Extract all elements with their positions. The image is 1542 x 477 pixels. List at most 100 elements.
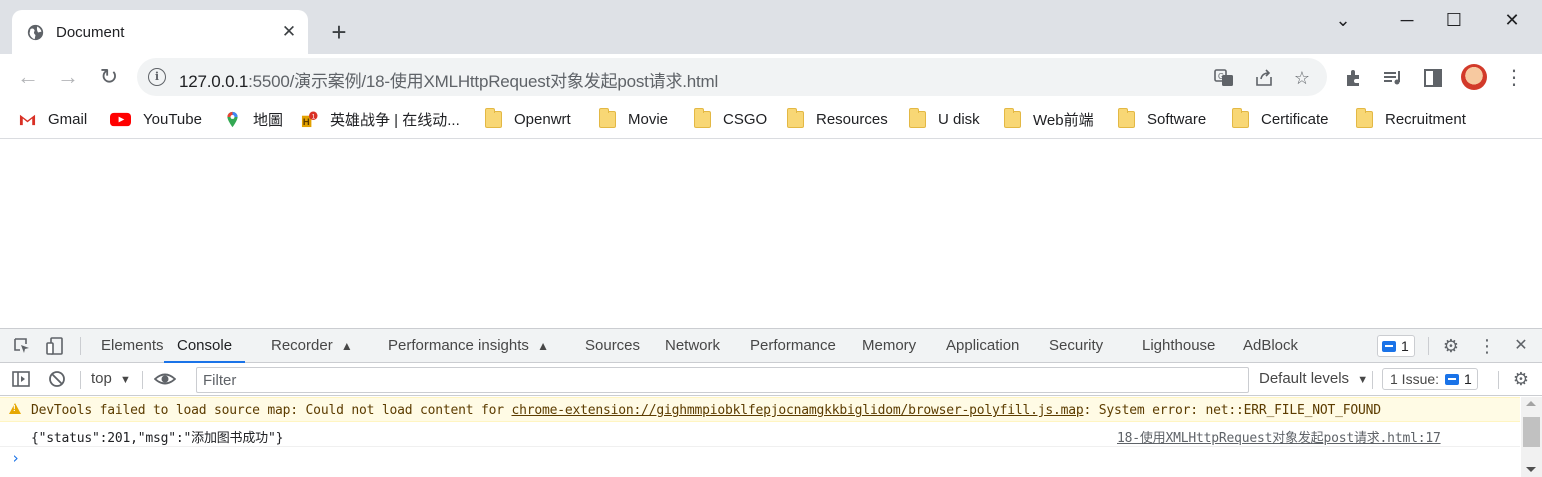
bookmark-label: Movie (628, 110, 669, 128)
tab-strip: Document ✕ + ⌄ ─ ☐ ✕ (0, 0, 1542, 54)
issues-badge[interactable]: 1 (1377, 335, 1415, 357)
svg-text:H: H (303, 117, 310, 128)
issues-badge-count: 1 (1401, 338, 1409, 354)
reload-button[interactable]: ↻ (94, 62, 124, 92)
forward-button[interactable]: → (53, 62, 83, 92)
more-options-icon[interactable]: ⋮ (1477, 336, 1497, 356)
log-levels-dropdown[interactable]: Default levels ▼ (1259, 370, 1368, 387)
browser-toolbar: ← → ↻ i 127.0.0.1:5500/演示案例/18-使用XMLHttp… (0, 54, 1542, 100)
folder-icon (787, 107, 804, 128)
reading-list-icon[interactable] (1381, 66, 1405, 90)
tab-elements[interactable]: Elements (101, 329, 164, 363)
tab-performance[interactable]: Performance (750, 329, 836, 363)
tab-sources[interactable]: Sources (585, 329, 640, 363)
bookmark-label: Recruitment (1385, 110, 1466, 128)
context-selector[interactable]: top ▼ (91, 370, 131, 387)
site-info-icon[interactable]: i (148, 68, 166, 86)
bookmark-star-icon[interactable]: ☆ (1291, 67, 1313, 89)
console-log-row[interactable]: {"status":201,"msg":"添加图书成功"} 18-使用XMLHt… (0, 422, 1520, 447)
tab-recorder[interactable]: Recorder ▲ (271, 329, 353, 363)
tab-application[interactable]: Application (946, 329, 1019, 363)
issues-counter-button[interactable]: 1 Issue: 1 (1382, 368, 1478, 390)
bookmark-label: YouTube (143, 110, 202, 128)
tab-search-icon[interactable]: ⌄ (1320, 6, 1366, 34)
folder-icon (485, 107, 502, 128)
sidebar-toggle-icon[interactable] (11, 369, 31, 389)
settings-gear-icon[interactable]: ⚙ (1441, 336, 1461, 356)
scroll-down-arrow-icon[interactable] (1526, 467, 1536, 472)
console-prompt-input[interactable]: › (11, 449, 20, 467)
tab-close-icon[interactable]: ✕ (280, 23, 298, 41)
bookmark-youtube[interactable]: YouTube (110, 107, 202, 131)
tab-adblock[interactable]: AdBlock (1243, 329, 1298, 363)
tab-network[interactable]: Network (665, 329, 720, 363)
bookmark-folder-openwrt[interactable]: Openwrt (485, 107, 571, 131)
menu-kebab-icon[interactable]: ⋮ (1502, 66, 1526, 90)
tab-title: Document (56, 24, 125, 41)
bookmark-game[interactable]: H1 英雄战争 | 在线动... (301, 107, 460, 131)
console-warning-row[interactable]: DevTools failed to load source map: Coul… (0, 397, 1520, 422)
scroll-up-arrow-icon[interactable] (1526, 401, 1536, 406)
bookmark-folder-web[interactable]: Web前端 (1004, 107, 1094, 131)
side-panel-icon[interactable] (1421, 66, 1445, 90)
context-value: top (91, 370, 112, 387)
bookmark-label: Gmail (48, 110, 88, 128)
console-settings-gear-icon[interactable]: ⚙ (1511, 369, 1531, 389)
tab-memory[interactable]: Memory (862, 329, 916, 363)
bookmark-label: 英雄战争 | 在线动... (330, 111, 460, 129)
translate-icon[interactable]: G (1213, 67, 1235, 89)
profile-avatar[interactable] (1461, 64, 1487, 90)
svg-text:1: 1 (312, 113, 316, 120)
live-expression-eye-icon[interactable] (154, 369, 176, 389)
bookmark-folder-csgo[interactable]: CSGO (694, 107, 767, 131)
inspect-element-icon[interactable] (12, 336, 32, 356)
close-devtools-icon[interactable]: ✕ (1511, 336, 1531, 356)
folder-icon (1118, 107, 1135, 128)
bookmark-folder-udisk[interactable]: U disk (909, 107, 980, 131)
scrollbar-thumb[interactable] (1523, 417, 1540, 447)
console-scrollbar[interactable] (1521, 397, 1542, 477)
tab-performance-insights[interactable]: Performance insights ▲ (388, 329, 549, 363)
maximize-button[interactable]: ☐ (1431, 6, 1477, 34)
bookmark-folder-resources[interactable]: Resources (787, 107, 888, 131)
minimize-button[interactable]: ─ (1384, 6, 1430, 34)
console-filter-input[interactable] (196, 367, 1249, 393)
bookmark-folder-recruitment[interactable]: Recruitment (1356, 107, 1466, 131)
url-text[interactable]: 127.0.0.1:5500/演示案例/18-使用XMLHttpRequest对… (179, 67, 718, 92)
device-toolbar-icon[interactable] (45, 336, 65, 356)
gmail-icon (19, 114, 36, 125)
url-host: 127.0.0.1 (179, 72, 249, 91)
issue-icon (1445, 373, 1460, 385)
bookmark-folder-certificate[interactable]: Certificate (1232, 107, 1329, 131)
log-source-link[interactable]: 18-使用XMLHttpRequest对象发起post请求.html:17 (1117, 427, 1441, 446)
issues-counter-label: 1 Issue: (1390, 371, 1440, 387)
clear-console-icon[interactable] (47, 369, 67, 389)
warning-source-map-link[interactable]: chrome-extension://gighmmpiobklfepjocnam… (511, 403, 1083, 418)
folder-icon (1356, 107, 1373, 128)
divider (142, 371, 143, 389)
browser-tab[interactable]: Document ✕ (12, 10, 308, 54)
devtools-tab-bar: Elements Console Recorder ▲ Performance … (0, 329, 1542, 363)
folder-icon (1232, 107, 1249, 128)
back-button[interactable]: ← (13, 62, 43, 92)
tab-lighthouse[interactable]: Lighthouse (1142, 329, 1215, 363)
address-bar[interactable]: i 127.0.0.1:5500/演示案例/18-使用XMLHttpReques… (137, 58, 1327, 96)
close-window-button[interactable]: ✕ (1489, 6, 1535, 34)
divider (1428, 337, 1429, 355)
tab-console[interactable]: Console (164, 329, 246, 363)
divider (80, 371, 81, 389)
bookmark-folder-movie[interactable]: Movie (599, 107, 668, 131)
levels-label: Default levels (1259, 370, 1350, 387)
tab-security[interactable]: Security (1049, 329, 1103, 363)
share-icon[interactable] (1253, 67, 1275, 89)
chevron-down-icon: ▼ (120, 374, 131, 386)
bookmark-gmail[interactable]: Gmail (19, 107, 87, 131)
bookmark-label: 地圖 (253, 111, 284, 129)
extensions-icon[interactable] (1342, 66, 1366, 90)
bookmark-label: CSGO (723, 110, 768, 128)
warning-suffix: : System error: net::ERR_FILE_NOT_FOUND (1083, 403, 1381, 418)
divider (80, 337, 81, 355)
bookmark-folder-software[interactable]: Software (1118, 107, 1206, 131)
new-tab-button[interactable]: + (324, 18, 354, 48)
bookmark-maps[interactable]: 地圖 (224, 107, 283, 131)
